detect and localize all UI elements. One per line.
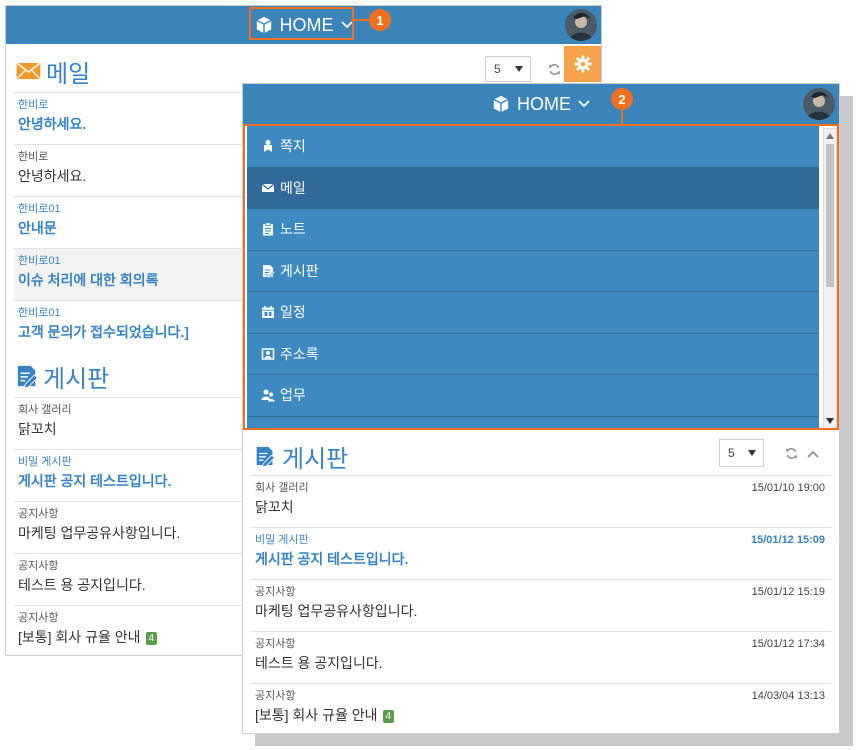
board-subject: 테스트 용 공지입니다. (18, 577, 146, 593)
select-caret-icon (748, 450, 756, 456)
board-subject: 마케팅 업무공유사항입니다. (18, 525, 181, 541)
refresh-icon[interactable] (548, 63, 561, 76)
board-list-item[interactable]: 공지사항 테스트 용 공지입니다. 15/01/12 17:34 (251, 631, 831, 683)
mail-sender: 한비로 (18, 151, 49, 163)
board-category: 공지사항 (18, 508, 59, 520)
board-category: 비밀 게시판 (255, 534, 309, 546)
mail-page-size-value: 5 (494, 62, 501, 76)
chevron-down-icon (578, 100, 590, 108)
callout-1-line (354, 19, 370, 21)
mail-section-heading: 메일 (16, 51, 90, 91)
mail-sender: 한비로01 (18, 307, 61, 319)
board-subject: 게시판 공지 테스트입니다. (18, 473, 172, 489)
board-edit-icon (16, 364, 38, 388)
user-avatar-icon[interactable] (565, 9, 597, 41)
board-section-heading: 게시판 (16, 356, 109, 396)
mail-subject: 안녕하세요. (18, 116, 87, 132)
mail-section-title: 메일 (46, 60, 91, 88)
home-dropdown[interactable]: HOME (492, 84, 590, 124)
board-page-size-value: 5 (728, 446, 735, 460)
collapse-chevron-up-icon[interactable] (807, 450, 819, 458)
mail-sender: 한비로01 (18, 255, 61, 267)
board-subject: [보통] 회사 규율 안내 4 (18, 628, 158, 646)
board-date: 15/01/10 19:00 (751, 482, 825, 494)
callout-1-badge: 1 (369, 9, 391, 31)
mail-subject: 이슈 처리에 대한 회의록 (18, 272, 159, 288)
mail-subject: 안녕하세요. (18, 168, 87, 184)
callout-2-line (621, 109, 623, 124)
board-category: 공지사항 (255, 638, 296, 650)
refresh-icon[interactable] (785, 447, 798, 460)
board-section-heading: 게시판 (255, 436, 348, 476)
user-avatar-icon[interactable] (803, 88, 835, 120)
board-list-item[interactable]: 공지사항 [보통] 회사 규율 안내 4 14/03/04 13:13 (251, 683, 831, 733)
callout-1-highlight-box (249, 7, 354, 40)
mail-sender: 한비로 (18, 99, 49, 111)
settings-button[interactable] (564, 46, 601, 82)
board-date: 14/03/04 13:13 (751, 690, 825, 702)
board-section-title: 게시판 (282, 445, 349, 473)
mail-subject: 고객 문의가 접수되었습니다.] (18, 324, 189, 340)
board-category: 공지사항 (255, 690, 296, 702)
board-category: 회사 갤러리 (255, 482, 309, 494)
comment-count-badge: 4 (145, 632, 158, 645)
board-section-title: 게시판 (43, 365, 110, 393)
board-subject: 마케팅 업무공유사항입니다. (255, 603, 418, 619)
board-list-item[interactable]: 비밀 게시판 게시판 공지 테스트입니다. 15/01/12 15:09 (251, 527, 831, 579)
callout-2-highlight-box (243, 124, 839, 430)
callout-2-badge: 2 (611, 88, 633, 110)
board-subject: 닭꼬치 (18, 421, 57, 437)
board-date: 15/01/12 17:34 (751, 638, 825, 650)
select-caret-icon (515, 66, 523, 72)
board-page-size-select[interactable]: 5 (719, 439, 764, 467)
mail-page-size-select[interactable]: 5 (485, 56, 531, 82)
top-header: HOME (243, 84, 839, 124)
board-category: 공지사항 (255, 586, 296, 598)
board-date: 15/01/12 15:09 (750, 534, 825, 546)
envelope-icon (16, 62, 41, 80)
home-title: HOME (517, 93, 571, 114)
board-subject: 닭꼬치 (255, 499, 294, 515)
board-edit-icon (255, 444, 275, 468)
board-list-item[interactable]: 공지사항 마케팅 업무공유사항입니다. 15/01/12 15:19 (251, 579, 831, 631)
comment-count-badge: 4 (382, 710, 395, 723)
mail-subject: 안내문 (18, 220, 57, 236)
gear-icon (574, 55, 592, 73)
board-date: 15/01/12 15:19 (751, 586, 825, 598)
board-category: 회사 갤러리 (18, 404, 72, 416)
board-list-item[interactable]: 회사 갤러리 닭꼬치 15/01/10 19:00 (251, 475, 831, 527)
mail-sender: 한비로01 (18, 203, 61, 215)
board-subject: [보통] 회사 규율 안내 4 (255, 706, 395, 724)
board-category: 비밀 게시판 (18, 456, 72, 468)
board-subject: 게시판 공지 테스트입니다. (255, 551, 409, 567)
board-category: 공지사항 (18, 612, 59, 624)
board-subject: 테스트 용 공지입니다. (255, 655, 383, 671)
board-category: 공지사항 (18, 560, 59, 572)
cube-icon (492, 95, 510, 113)
